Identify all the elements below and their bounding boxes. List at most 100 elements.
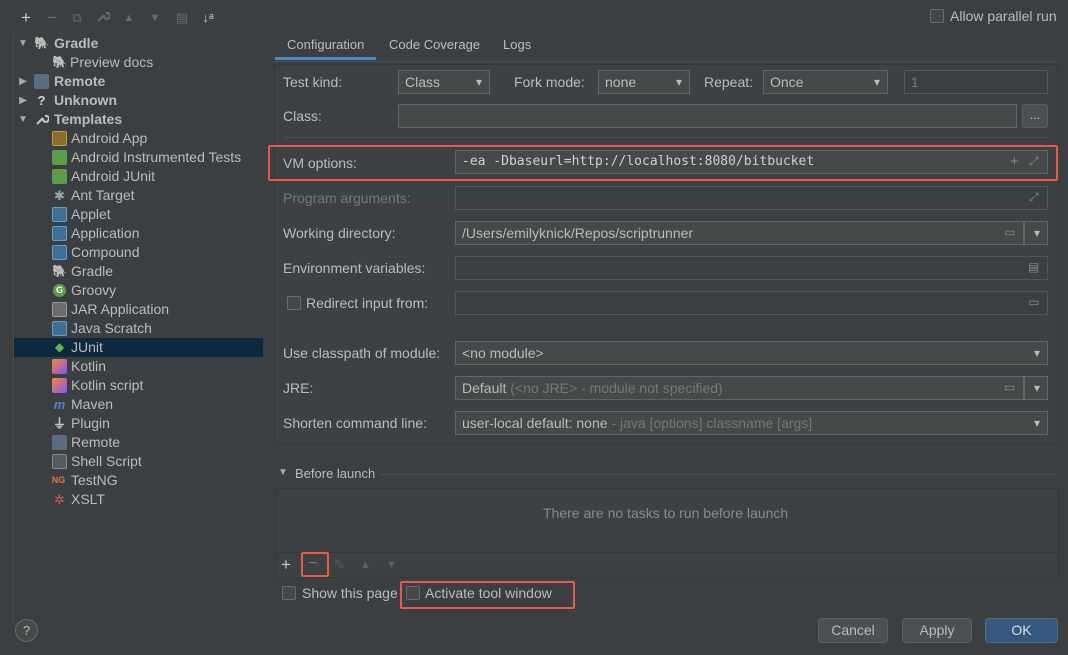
repeat-select[interactable]: Once bbox=[763, 70, 888, 94]
apply-button[interactable]: Apply bbox=[902, 618, 972, 643]
tree-item-gradle-template[interactable]: 🐘 Gradle bbox=[14, 262, 263, 281]
redirect-input-field[interactable] bbox=[455, 291, 1048, 315]
add-task-icon[interactable]: + bbox=[281, 555, 291, 575]
tree-item-android-instrumented-tests[interactable]: Android Instrumented Tests bbox=[14, 148, 263, 167]
tree-item-java-scratch[interactable]: Java Scratch bbox=[14, 319, 263, 338]
edit-task-icon[interactable]: ✎ bbox=[334, 557, 345, 573]
tree-item-remote[interactable]: Remote bbox=[14, 433, 263, 452]
collapse-arrow-icon[interactable]: ▼ bbox=[278, 467, 288, 478]
tree-label: Application bbox=[71, 225, 140, 241]
tree-item-android-app[interactable]: Android App bbox=[14, 129, 263, 148]
tree-item-shell-script[interactable]: Shell Script bbox=[14, 452, 263, 471]
section-divider bbox=[283, 137, 1048, 138]
remove-configuration-button[interactable]: − bbox=[43, 9, 61, 27]
jre-value: Default bbox=[462, 380, 507, 396]
working-directory-dropdown[interactable] bbox=[1024, 221, 1048, 245]
tree-item-testng[interactable]: NG TestNG bbox=[14, 471, 263, 490]
add-icon[interactable]: + bbox=[1010, 153, 1019, 170]
tree-item-kotlin-script[interactable]: Kotlin script bbox=[14, 376, 263, 395]
shorten-command-line-select[interactable]: user-local default: none - java [options… bbox=[455, 411, 1048, 435]
expand-icon[interactable]: ⤢ bbox=[1029, 190, 1039, 205]
tree-item-plugin[interactable]: ⏚ Plugin bbox=[14, 414, 263, 433]
working-directory-input[interactable]: /Users/emilyknick/Repos/scriptrunner bbox=[455, 221, 1024, 245]
show-this-page-checkbox[interactable] bbox=[282, 586, 296, 600]
tree-label: Plugin bbox=[71, 415, 110, 431]
tree-item-junit[interactable]: ◆ JUnit bbox=[14, 338, 263, 357]
tree-item-maven[interactable]: m Maven bbox=[14, 395, 263, 414]
tree-item-applet[interactable]: Applet bbox=[14, 205, 263, 224]
tree-label: Shell Script bbox=[71, 453, 142, 469]
environment-variables-label: Environment variables: bbox=[283, 260, 426, 276]
tree-item-android-junit[interactable]: Android JUnit bbox=[14, 167, 263, 186]
collapse-arrow-icon[interactable]: ▶ bbox=[17, 91, 29, 110]
tree-item-remote-group[interactable]: ▶ Remote bbox=[14, 72, 263, 91]
cancel-button[interactable]: Cancel bbox=[818, 618, 888, 643]
android-icon bbox=[52, 169, 67, 184]
folder-icon[interactable]: ▤ bbox=[173, 9, 191, 27]
remove-task-icon[interactable]: − bbox=[308, 555, 317, 573]
tree-label: Unknown bbox=[54, 92, 117, 108]
folder-icon[interactable]: ▭ bbox=[1028, 295, 1039, 309]
ok-button[interactable]: OK bbox=[985, 618, 1058, 643]
move-down-icon[interactable]: ▼ bbox=[386, 559, 397, 571]
class-input[interactable] bbox=[398, 104, 1017, 128]
document-icon[interactable]: ▤ bbox=[1028, 260, 1039, 274]
tree-item-preview-docs[interactable]: 🐘 Preview docs bbox=[14, 53, 263, 72]
tree-item-gradle[interactable]: ▼ 🐘 Gradle bbox=[14, 34, 263, 53]
allow-parallel-run-checkbox[interactable] bbox=[930, 9, 944, 23]
android-icon bbox=[52, 150, 67, 165]
tree-item-application[interactable]: Application bbox=[14, 224, 263, 243]
configuration-tree: ▼ 🐘 Gradle 🐘 Preview docs ▶ Remote ▶ ? U… bbox=[13, 34, 263, 624]
testng-icon: NG bbox=[51, 475, 66, 485]
folder-icon[interactable]: ▭ bbox=[1004, 380, 1015, 394]
expand-arrow-icon[interactable]: ▼ bbox=[17, 110, 29, 129]
tree-item-kotlin[interactable]: Kotlin bbox=[14, 357, 263, 376]
tree-item-xslt[interactable]: ✲ XSLT bbox=[14, 490, 263, 509]
activate-tool-window-checkbox[interactable] bbox=[406, 586, 420, 600]
program-arguments-input[interactable] bbox=[455, 186, 1048, 210]
tab-code-coverage[interactable]: Code Coverage bbox=[389, 36, 480, 60]
classpath-module-select[interactable]: <no module> bbox=[455, 341, 1048, 365]
tree-item-templates[interactable]: ▼ Templates bbox=[14, 110, 263, 129]
move-up-icon[interactable]: ▲ bbox=[360, 559, 371, 571]
move-down-icon[interactable]: ▼ bbox=[146, 9, 164, 27]
tree-item-ant-target[interactable]: ✱ Ant Target bbox=[14, 186, 263, 205]
help-button[interactable]: ? bbox=[15, 619, 38, 642]
elephant-icon: 🐘 bbox=[52, 55, 67, 69]
vm-options-input[interactable]: -ea -Dbaseurl=http://localhost:8080/bitb… bbox=[455, 150, 1048, 174]
tree-item-unknown[interactable]: ▶ ? Unknown bbox=[14, 91, 263, 110]
expand-icon[interactable]: ⤢ bbox=[1029, 154, 1039, 169]
move-up-icon[interactable]: ▲ bbox=[120, 9, 138, 27]
fork-mode-select[interactable]: none bbox=[598, 70, 690, 94]
test-kind-label: Test kind: bbox=[283, 74, 343, 90]
wrench-icon[interactable] bbox=[94, 9, 112, 27]
environment-variables-input[interactable] bbox=[455, 256, 1048, 280]
repeat-count-input[interactable]: 1 bbox=[904, 70, 1048, 94]
tab-logs[interactable]: Logs bbox=[503, 36, 531, 60]
tree-label: JAR Application bbox=[71, 301, 170, 317]
wrench-icon bbox=[34, 112, 50, 127]
before-launch-title: Before launch bbox=[295, 466, 376, 481]
folder-icon[interactable]: ▭ bbox=[1004, 225, 1015, 239]
test-kind-select[interactable]: Class bbox=[398, 70, 490, 94]
redirect-input-checkbox[interactable] bbox=[287, 296, 301, 310]
jar-icon bbox=[52, 302, 67, 317]
add-configuration-button[interactable]: + bbox=[17, 9, 35, 27]
collapse-arrow-icon[interactable]: ▶ bbox=[17, 72, 29, 91]
tree-item-jar-application[interactable]: JAR Application bbox=[14, 300, 263, 319]
copy-icon[interactable]: ⧉ bbox=[68, 9, 86, 27]
tree-label: Kotlin script bbox=[71, 377, 144, 393]
tree-label: Android JUnit bbox=[71, 168, 156, 184]
tree-item-groovy[interactable]: G Groovy bbox=[14, 281, 263, 300]
tree-item-compound[interactable]: Compound bbox=[14, 243, 263, 262]
jre-dropdown[interactable] bbox=[1024, 376, 1048, 400]
tab-configuration[interactable]: Configuration bbox=[275, 36, 376, 60]
jre-input[interactable]: Default (<no JRE> - module not specified… bbox=[455, 376, 1024, 400]
sort-icon[interactable]: ↓ᵃ bbox=[199, 9, 217, 27]
android-app-icon bbox=[52, 131, 67, 146]
shorten-value: user-local default: none bbox=[462, 415, 608, 431]
expand-arrow-icon[interactable]: ▼ bbox=[17, 34, 29, 53]
class-browse-button[interactable]: ... bbox=[1022, 104, 1048, 128]
program-arguments-label: Program arguments: bbox=[283, 190, 411, 206]
tree-label: XSLT bbox=[71, 491, 105, 507]
